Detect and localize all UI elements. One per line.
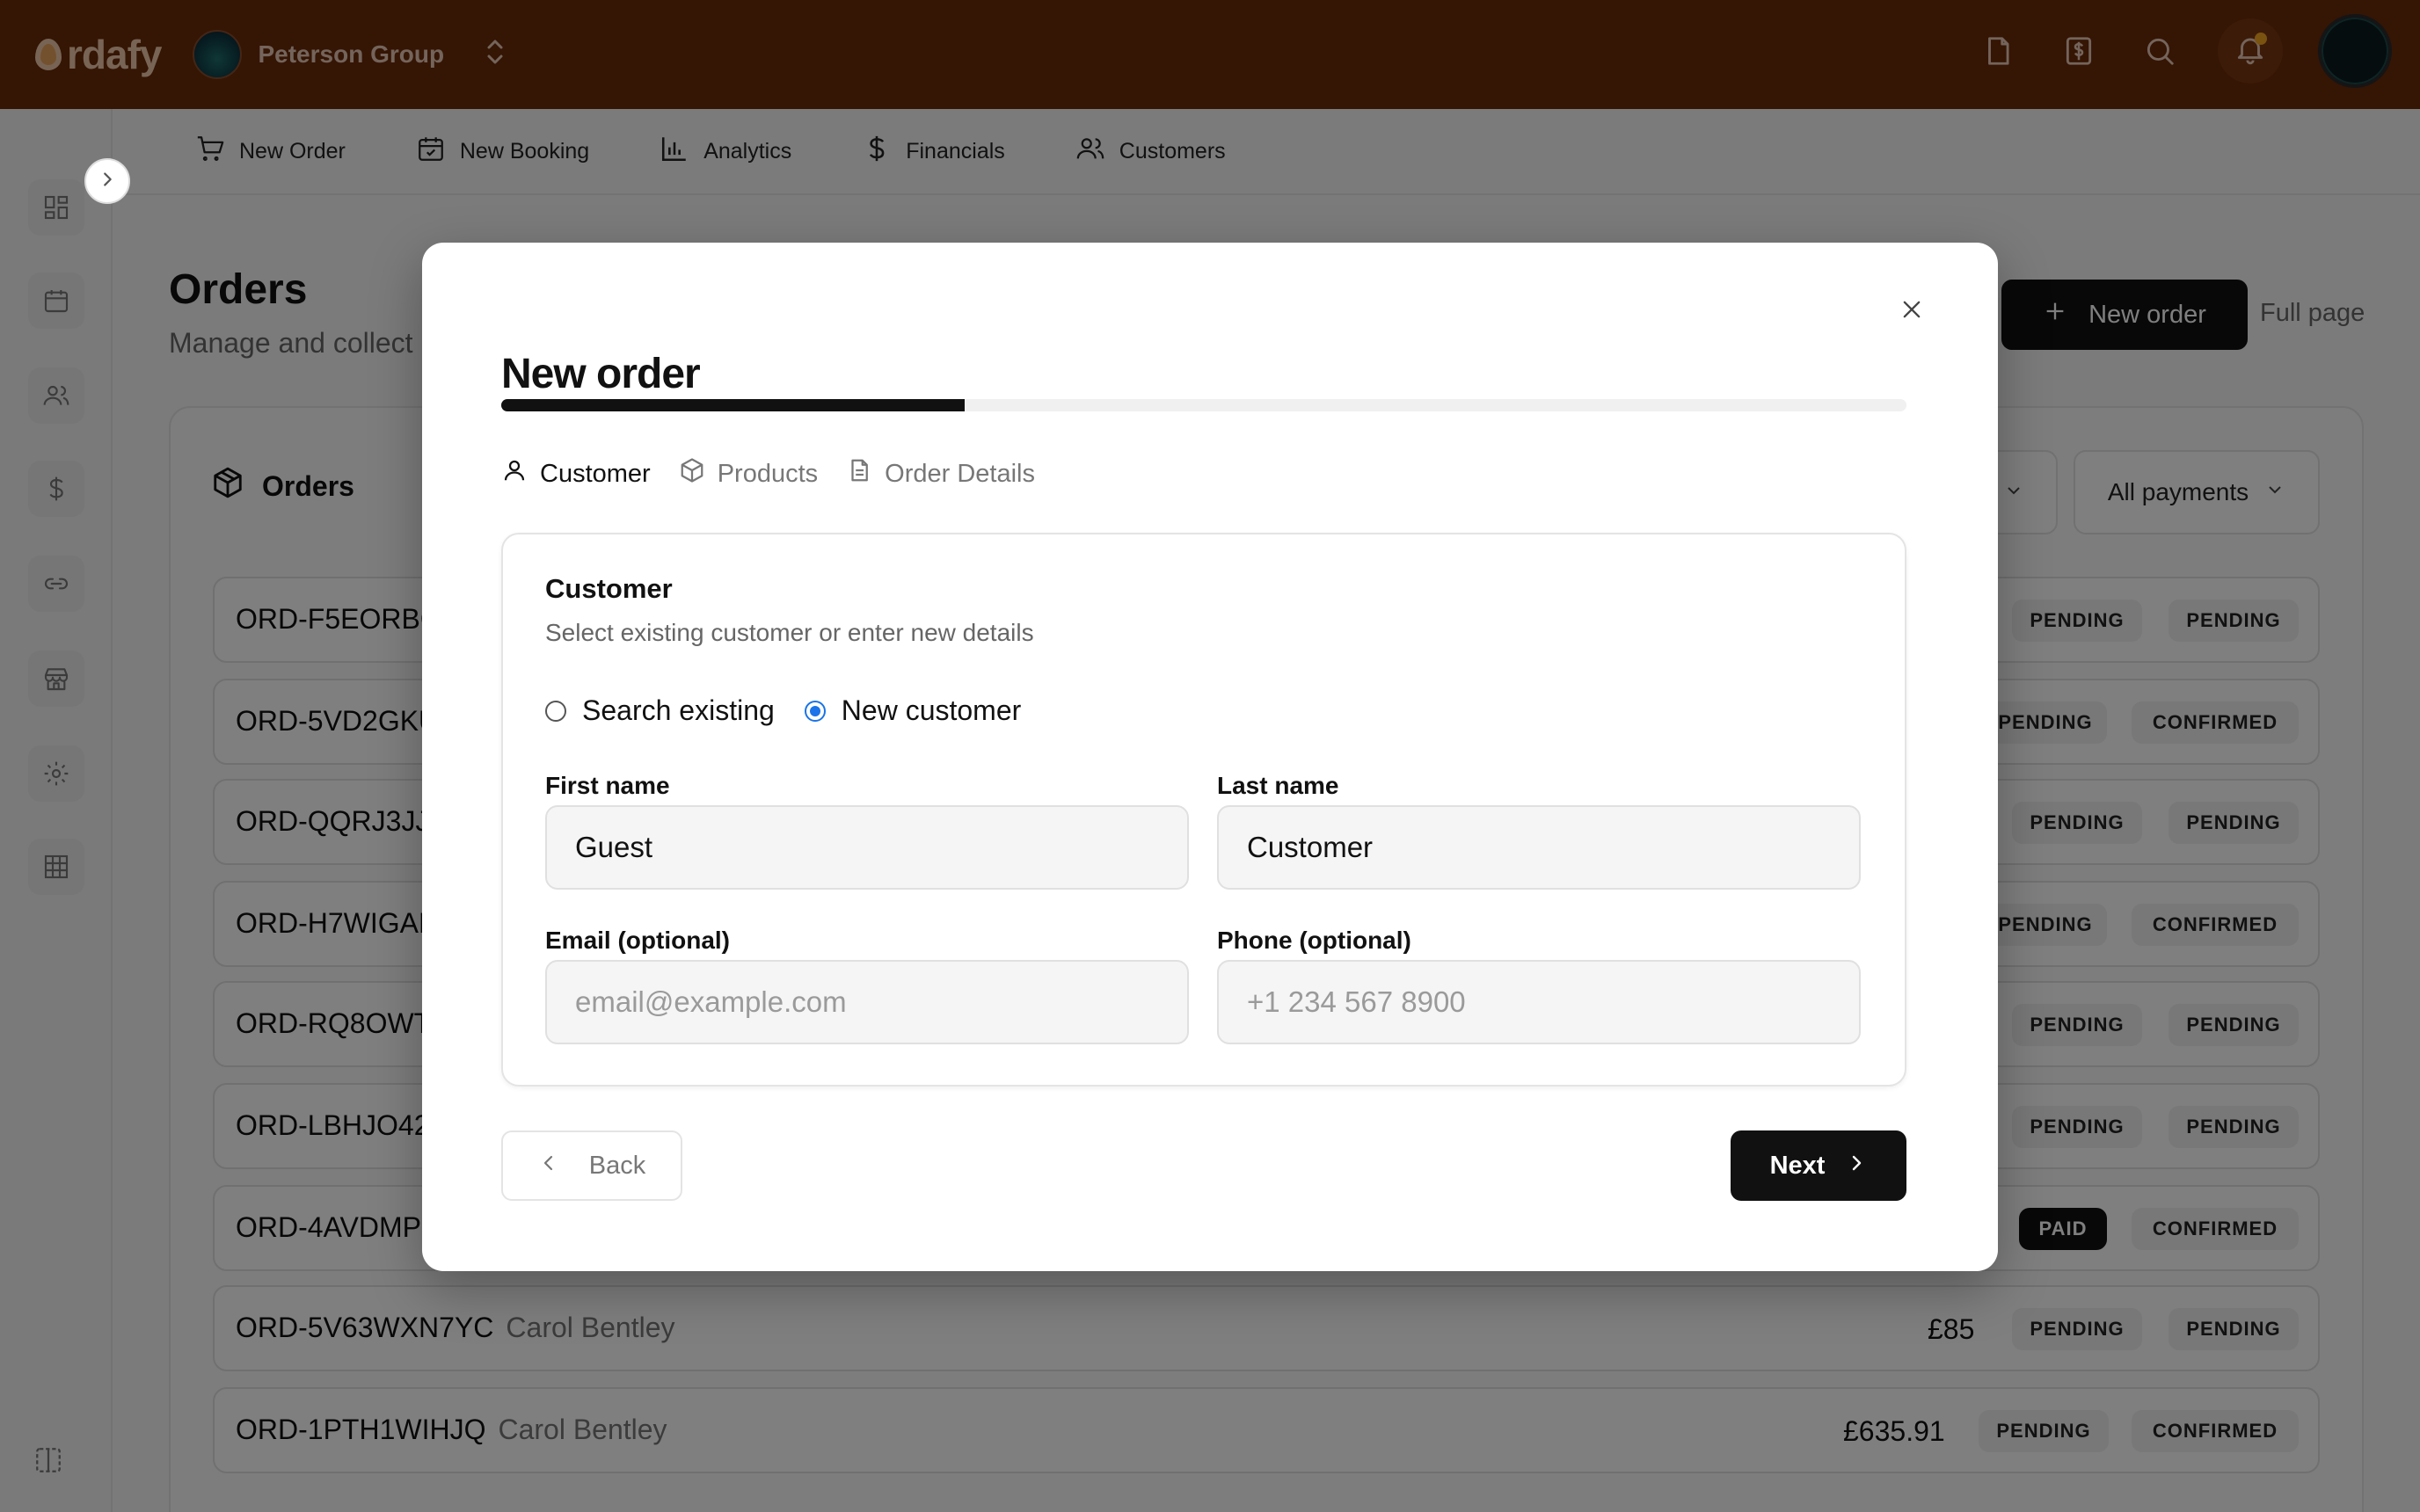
next-label: Next bbox=[1769, 1151, 1826, 1180]
next-button[interactable]: Next bbox=[1731, 1130, 1906, 1201]
customer-card-title: Customer bbox=[545, 573, 673, 604]
step-progress-bar bbox=[501, 399, 1906, 411]
search-existing-radio[interactable] bbox=[545, 700, 566, 722]
phone-field[interactable]: +1 234 567 8900 bbox=[1217, 960, 1861, 1044]
new-customer-radio[interactable] bbox=[804, 700, 826, 722]
step-customer[interactable]: Customer bbox=[501, 457, 651, 491]
customer-card-subtitle: Select existing customer or enter new de… bbox=[545, 619, 1034, 646]
back-label: Back bbox=[588, 1151, 646, 1180]
chevron-right-icon bbox=[98, 170, 117, 193]
first-name-label: First name bbox=[545, 772, 670, 799]
last-name-field[interactable]: Customer bbox=[1217, 805, 1861, 890]
sidebar-expand-button[interactable] bbox=[84, 158, 130, 204]
step-order-details[interactable]: Order Details bbox=[846, 457, 1035, 491]
dialog-title: New order bbox=[501, 351, 701, 397]
user-icon bbox=[501, 457, 528, 491]
step-products[interactable]: Products bbox=[679, 457, 818, 491]
first-name-field[interactable]: Guest bbox=[545, 805, 1189, 890]
back-button[interactable]: Back bbox=[501, 1130, 682, 1201]
customer-mode-radio-group: Search existing New customer bbox=[545, 694, 1051, 727]
close-icon[interactable] bbox=[1898, 295, 1926, 323]
phone-label: Phone (optional) bbox=[1217, 927, 1411, 954]
email-field[interactable]: email@example.com bbox=[545, 960, 1189, 1044]
step-label: Customer bbox=[540, 459, 651, 488]
step-label: Order Details bbox=[885, 459, 1035, 488]
last-name-label: Last name bbox=[1217, 772, 1339, 799]
document-icon bbox=[846, 457, 872, 491]
chevron-left-icon bbox=[538, 1152, 559, 1181]
step-label: Products bbox=[717, 459, 819, 488]
step-progress-fill bbox=[501, 399, 966, 411]
email-label: Email (optional) bbox=[545, 927, 730, 954]
new-customer-label[interactable]: New customer bbox=[842, 694, 1022, 727]
step-indicator: Customer Products Order Details bbox=[501, 457, 1035, 491]
box-icon bbox=[679, 457, 705, 491]
search-existing-label[interactable]: Search existing bbox=[582, 694, 775, 727]
chevron-right-icon bbox=[1846, 1152, 1867, 1181]
